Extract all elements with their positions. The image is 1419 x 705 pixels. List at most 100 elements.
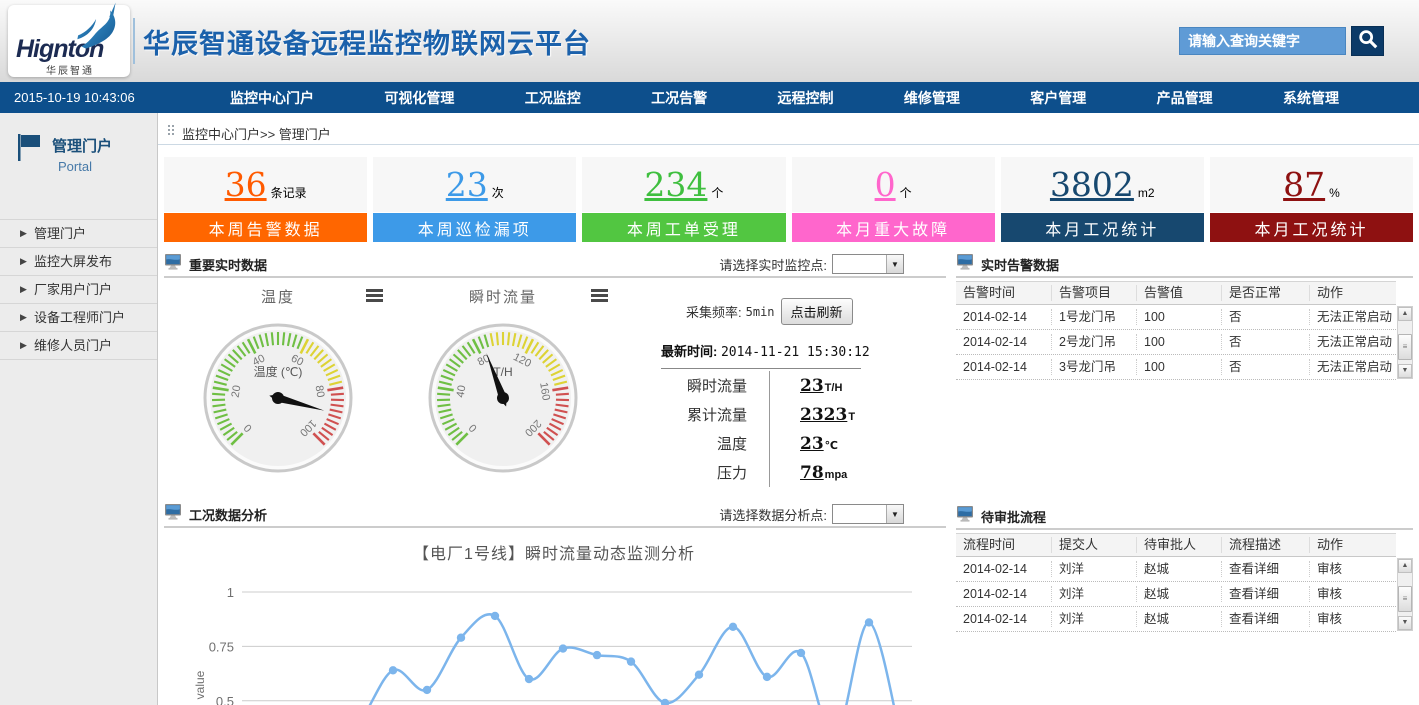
sidebar-menu: ▶管理门户▶监控大屏发布▶厂家用户门户▶设备工程师门户▶维修人员门户	[0, 219, 157, 360]
chevron-down-icon[interactable]: ▼	[886, 255, 903, 273]
sidebar-item-label: 厂家用户门户	[34, 282, 112, 297]
column-header: 告警项目	[1051, 285, 1136, 301]
sidebar-item-0[interactable]: ▶管理门户	[0, 220, 157, 248]
stat-value: 23	[446, 165, 488, 204]
approval-cell[interactable]: 查看详细	[1221, 586, 1309, 602]
sidebar-item-2[interactable]: ▶厂家用户门户	[0, 276, 157, 304]
alarm-cell: 否	[1221, 359, 1309, 375]
site-title: 华辰智通设备远程监控物联网云平台	[143, 22, 591, 61]
scrollbar-track[interactable]: ≡	[1398, 573, 1412, 616]
alarm-cell: 2014-02-14	[956, 309, 1051, 325]
main-content: 监控中心门户>> 管理门户 36条记录本周告警数据23次本周巡检漏项234个本周…	[158, 113, 1419, 705]
search-button[interactable]	[1351, 26, 1384, 56]
realtime-section-title: 重要实时数据	[189, 255, 267, 274]
approval-cell[interactable]: 查看详细	[1221, 611, 1309, 627]
reading-row: 压力78mpa	[661, 458, 883, 487]
stat-number-area: 234个	[582, 157, 785, 212]
stat-card-weekly-alarm-data[interactable]: 36条记录本周告警数据	[164, 157, 367, 242]
nav-item-1[interactable]: 可视化管理	[384, 88, 454, 108]
stat-label-bar: 本周告警数据	[164, 213, 367, 242]
arrow-right-icon: ▶	[20, 304, 27, 331]
temperature-gauge-title: 温度	[261, 289, 295, 306]
nav-item-5[interactable]: 维修管理	[904, 88, 960, 108]
stat-value: 0	[875, 165, 896, 204]
reading-value: 78	[800, 463, 824, 483]
chart-title: 【电厂1号线】瞬时流量动态监测分析	[164, 540, 944, 564]
alarm-scrollbar[interactable]: ▲ ≡ ▼	[1397, 306, 1413, 379]
nav-item-6[interactable]: 客户管理	[1030, 88, 1086, 108]
sidebar-item-label: 维修人员门户	[34, 338, 112, 353]
nav-item-3[interactable]: 工况告警	[651, 88, 707, 108]
sidebar-item-4[interactable]: ▶维修人员门户	[0, 332, 157, 360]
monitor-icon	[956, 253, 974, 275]
approval-cell[interactable]: 审核	[1309, 561, 1396, 577]
realtime-area: 温度020406080100温度 (℃)瞬时流量04080120160200T/…	[164, 278, 946, 502]
approval-cell: 赵城	[1136, 611, 1221, 627]
flow-gauge: 04080120160200T/H	[428, 318, 578, 476]
sidebar-item-3[interactable]: ▶设备工程师门户	[0, 304, 157, 332]
approval-cell: 2014-02-14	[956, 586, 1051, 602]
reading-row: 温度23℃	[661, 429, 883, 458]
table-header-row: 告警时间告警项目告警值是否正常动作	[956, 281, 1396, 305]
alarm-row: 2014-02-143号龙门吊100否无法正常启动	[956, 355, 1396, 380]
analysis-point-select-label: 请选择数据分析点:	[719, 505, 827, 524]
approval-cell: 2014-02-14	[956, 611, 1051, 627]
scroll-up-icon[interactable]: ▲	[1398, 559, 1412, 573]
scrollbar-thumb[interactable]: ≡	[1398, 334, 1412, 360]
monitor-point-select[interactable]: ▼	[832, 254, 904, 274]
flow-line-chart: 10.750.5value	[164, 570, 946, 705]
analysis-point-select[interactable]: ▼	[832, 504, 904, 524]
analysis-section-header: 工况数据分析 请选择数据分析点: ▼	[164, 502, 946, 528]
stat-card-monthly-condition-area[interactable]: 3802m2本月工况统计	[1001, 157, 1204, 242]
company-logo: Hignton 华辰智通	[8, 5, 130, 77]
stat-card-weekly-workorders[interactable]: 234个本周工单受理	[582, 157, 785, 242]
approval-cell[interactable]: 审核	[1309, 611, 1396, 627]
reading-unit: mpa	[825, 469, 848, 481]
gauge-title-row: 瞬时流量	[428, 286, 578, 308]
sidebar-item-label: 管理门户	[34, 226, 86, 241]
approval-row: 2014-02-14刘洋赵城查看详细审核	[956, 607, 1396, 632]
nav-item-7[interactable]: 产品管理	[1157, 88, 1213, 108]
scroll-down-icon[interactable]: ▼	[1398, 616, 1412, 630]
nav-item-4[interactable]: 远程控制	[778, 88, 834, 108]
alarm-cell: 100	[1136, 359, 1221, 375]
approval-cell[interactable]: 审核	[1309, 586, 1396, 602]
stat-label-bar: 本月工况统计	[1001, 213, 1204, 242]
stat-card-monthly-major-faults[interactable]: 0个本月重大故障	[792, 157, 995, 242]
scrollbar-track[interactable]: ≡	[1398, 321, 1412, 364]
scroll-down-icon[interactable]: ▼	[1398, 364, 1412, 378]
portal-title: 管理门户	[52, 135, 112, 156]
chevron-down-icon[interactable]: ▼	[886, 505, 903, 523]
stat-card-weekly-missed-inspection[interactable]: 23次本周巡检漏项	[373, 157, 576, 242]
breadcrumb: 监控中心门户>> 管理门户	[158, 113, 1419, 145]
scrollbar-thumb[interactable]: ≡	[1398, 586, 1412, 612]
latest-time-value: 2014-11-21 15:30:12	[721, 345, 870, 360]
stat-card-monthly-condition-pct[interactable]: 87%本月工况统计	[1210, 157, 1413, 242]
nav-timestamp: 2015-10-19 10:43:06	[0, 90, 185, 105]
approval-cell[interactable]: 查看详细	[1221, 561, 1309, 577]
scroll-up-icon[interactable]: ▲	[1398, 307, 1412, 321]
chart-menu-icon[interactable]	[366, 289, 383, 304]
nav-item-8[interactable]: 系统管理	[1283, 88, 1339, 108]
stat-unit: %	[1329, 186, 1340, 200]
reading-value-cell: 23T/H	[769, 371, 842, 400]
alarm-cell: 无法正常启动	[1309, 309, 1396, 325]
nav-item-0[interactable]: 监控中心门户	[230, 88, 314, 108]
table-header-row: 流程时间提交人待审批人流程描述动作	[956, 533, 1396, 557]
top-header: Hignton 华辰智通 华辰智通设备远程监控物联网云平台	[0, 0, 1419, 82]
approval-cell: 刘洋	[1051, 611, 1136, 627]
sidebar-item-1[interactable]: ▶监控大屏发布	[0, 248, 157, 276]
nav-item-2[interactable]: 工况监控	[525, 88, 581, 108]
search-input[interactable]	[1179, 27, 1346, 55]
svg-text:40: 40	[455, 384, 469, 398]
analysis-section-title: 工况数据分析	[189, 505, 267, 524]
alarm-cell: 2号龙门吊	[1051, 334, 1136, 350]
alarm-cell: 1号龙门吊	[1051, 309, 1136, 325]
approval-scrollbar[interactable]: ▲ ≡ ▼	[1397, 558, 1413, 631]
chart-menu-icon[interactable]	[591, 289, 608, 304]
refresh-button[interactable]: 点击刷新	[781, 298, 853, 325]
svg-text:20: 20	[230, 384, 244, 398]
search-icon	[1357, 28, 1379, 55]
arrow-right-icon: ▶	[20, 248, 27, 275]
alarm-table: 告警时间告警项目告警值是否正常动作 2014-02-141号龙门吊 100否 无法正常…	[956, 281, 1413, 380]
